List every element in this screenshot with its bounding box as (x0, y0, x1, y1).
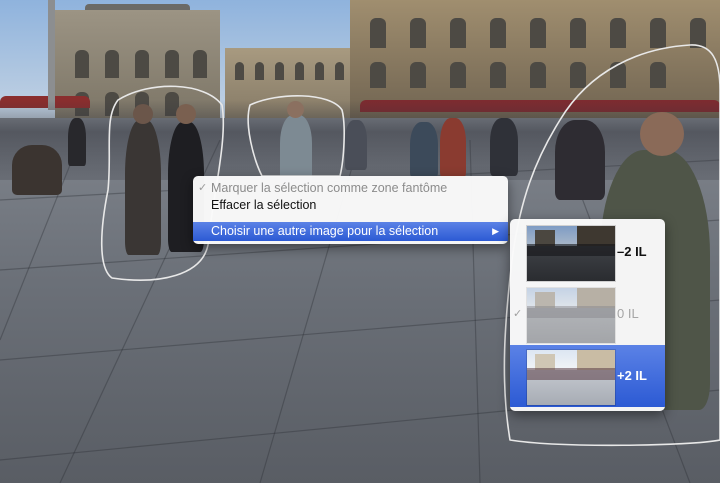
bystander (345, 120, 367, 170)
menu-item-choose-other-image[interactable]: Choisir une autre image pour la sélectio… (193, 222, 508, 241)
submenu-item-minus-2-ev[interactable]: –2 IL (510, 221, 665, 283)
menu-item-clear-selection[interactable]: Effacer la sélection (193, 196, 508, 215)
submenu-item-label: 0 IL (617, 306, 639, 321)
submenu-item-0-ev[interactable]: ✓ 0 IL (510, 283, 665, 345)
submenu-item-label: –2 IL (617, 244, 647, 259)
lamp-post (48, 0, 55, 110)
context-menu: ✓ Marquer la sélection comme zone fantôm… (193, 176, 508, 244)
dancer (125, 120, 161, 255)
thumbnail-0-ev (526, 287, 616, 344)
bystander (440, 118, 466, 178)
dancer (555, 120, 605, 200)
bystander (68, 118, 86, 166)
menu-item-label: Choisir une autre image pour la sélectio… (211, 224, 439, 238)
seated-people (12, 145, 62, 195)
submenu-arrow-icon: ▶ (492, 226, 499, 236)
exposure-submenu: –2 IL ✓ 0 IL +2 IL (510, 219, 665, 411)
submenu-item-plus-2-ev[interactable]: +2 IL (510, 345, 665, 407)
submenu-item-label: +2 IL (617, 368, 647, 383)
thumbnail-minus-2-ev (526, 225, 616, 282)
dancer (280, 115, 312, 185)
bystander (410, 122, 438, 178)
bystander (490, 118, 518, 176)
menu-item-label: Effacer la sélection (211, 198, 317, 212)
check-icon: ✓ (513, 308, 523, 320)
thumbnail-plus-2-ev (526, 349, 616, 406)
